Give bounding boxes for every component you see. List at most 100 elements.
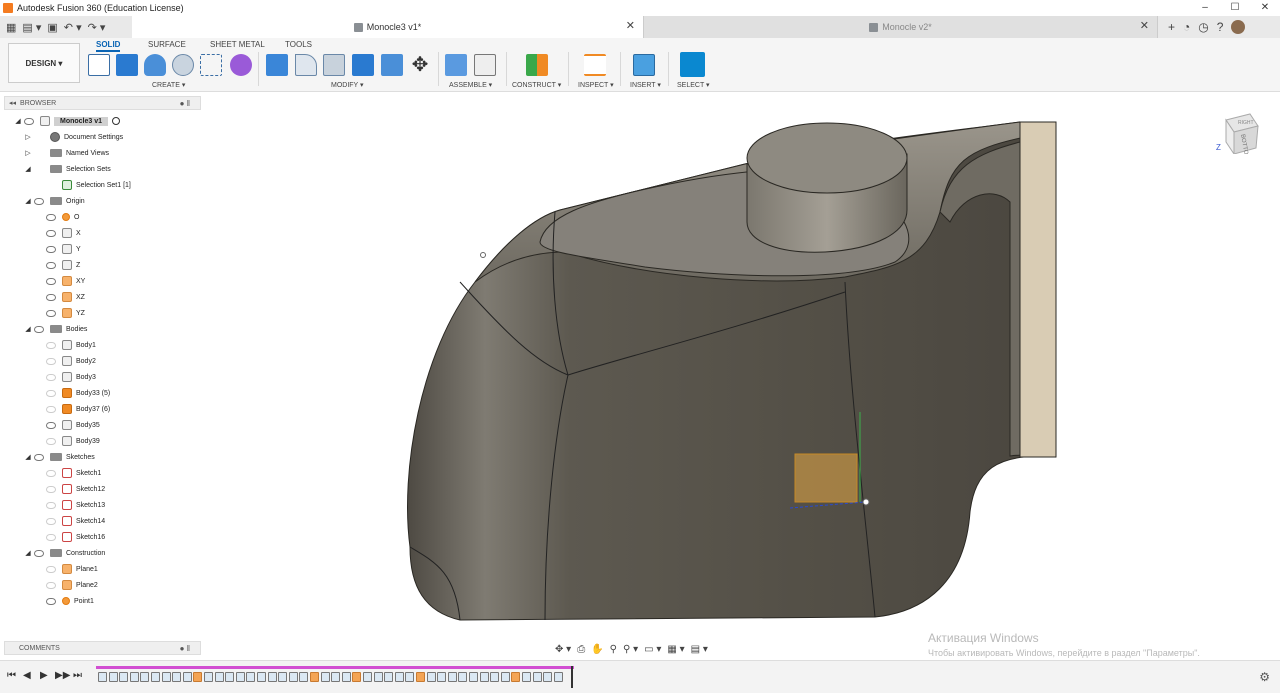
tree-item[interactable]: YZ — [36, 306, 85, 320]
visibility-eye-icon[interactable] — [46, 485, 56, 493]
save-icon[interactable]: ▣ — [47, 21, 57, 34]
visibility-eye-icon[interactable] — [46, 421, 56, 429]
timeline-feature[interactable] — [426, 672, 436, 682]
tree-item[interactable]: ◢ Construction — [24, 546, 105, 560]
tree-item[interactable]: ▷ Named Views — [24, 146, 109, 160]
tree-item[interactable]: Sketch16 — [36, 530, 105, 544]
file-menu-icon[interactable]: ▤ ▾ — [22, 21, 41, 34]
maximize-button[interactable]: ☐ — [1220, 0, 1250, 16]
timeline-feature[interactable] — [288, 672, 298, 682]
visibility-eye-icon[interactable] — [34, 453, 44, 461]
tab-sheet-metal[interactable]: SHEET METAL — [210, 40, 265, 49]
close-window-button[interactable]: ✕ — [1250, 0, 1280, 16]
timeline-feature[interactable] — [500, 672, 510, 682]
timeline-feature[interactable] — [246, 672, 256, 682]
visibility-eye-icon[interactable] — [46, 533, 56, 541]
timeline-feature[interactable] — [447, 672, 457, 682]
timeline-feature[interactable] — [193, 672, 203, 682]
pan-icon[interactable]: ✋ — [591, 644, 603, 655]
timeline-feature[interactable] — [384, 672, 394, 682]
timeline-feature[interactable] — [394, 672, 404, 682]
visibility-eye-icon[interactable] — [46, 293, 56, 301]
inspect-group-label[interactable]: INSPECT ▾ — [578, 81, 614, 89]
timeline-feature[interactable] — [267, 672, 277, 682]
expand-toggle-icon[interactable]: ◢ — [24, 325, 32, 333]
insert-group-label[interactable]: INSERT ▾ — [630, 81, 661, 89]
timeline-feature[interactable] — [299, 672, 309, 682]
timeline-feature[interactable] — [458, 672, 468, 682]
timeline-feature[interactable] — [543, 672, 553, 682]
tree-item[interactable]: Selection Set1 [1] — [36, 178, 131, 192]
press-pull-icon[interactable] — [266, 54, 288, 76]
help-icon[interactable]: ? — [1217, 20, 1224, 34]
visibility-eye-icon[interactable] — [46, 389, 56, 397]
grid-settings-icon[interactable]: ▦ ▾ — [667, 644, 684, 655]
timeline-feature[interactable] — [522, 672, 531, 682]
combine-icon[interactable] — [352, 54, 374, 76]
visibility-eye-icon[interactable] — [34, 197, 44, 205]
tree-item[interactable]: ◢ Origin — [24, 194, 85, 208]
timeline-track[interactable] — [96, 666, 576, 690]
tree-item[interactable]: Point1 — [36, 594, 94, 608]
look-at-icon[interactable]: ⎙ — [577, 644, 585, 655]
new-tab-icon[interactable]: + — [1168, 20, 1175, 34]
point1-marker[interactable] — [862, 498, 870, 506]
joint-icon[interactable] — [474, 54, 496, 76]
cylinder-top-face[interactable] — [746, 122, 908, 194]
tree-item[interactable]: Body3 — [36, 370, 96, 384]
sketch-point-marker[interactable] — [480, 252, 486, 258]
timeline-feature[interactable] — [108, 672, 118, 682]
create-form-icon[interactable] — [230, 54, 252, 76]
timeline-feature[interactable] — [204, 672, 213, 682]
job-status-icon[interactable]: ◷ — [1198, 20, 1208, 34]
visibility-eye-icon[interactable] — [34, 325, 44, 333]
tree-item[interactable]: Plane1 — [36, 562, 98, 576]
viewports-icon[interactable]: ▤ ▾ — [691, 644, 708, 655]
step-forward-icon[interactable]: ▶▶ — [55, 670, 70, 681]
visibility-eye-icon[interactable] — [46, 469, 56, 477]
modify-group-label[interactable]: MODIFY ▾ — [331, 81, 364, 89]
tab-surface[interactable]: SURFACE — [148, 40, 186, 49]
timeline-feature[interactable] — [278, 672, 288, 682]
timeline-feature[interactable] — [553, 672, 563, 682]
measure-icon[interactable] — [584, 54, 606, 76]
tree-item[interactable]: Plane2 — [36, 578, 98, 592]
tree-item[interactable]: Sketch13 — [36, 498, 105, 512]
timeline-feature[interactable] — [161, 672, 171, 682]
data-panel-icon[interactable]: ▦ — [6, 21, 16, 34]
timeline-feature[interactable] — [182, 672, 192, 682]
tree-item[interactable]: Sketch1 — [36, 466, 101, 480]
orbit-icon[interactable]: ✥ ▾ — [555, 644, 571, 655]
timeline-feature[interactable] — [257, 672, 266, 682]
new-component-icon[interactable] — [445, 54, 467, 76]
expand-toggle-icon[interactable]: ◢ — [24, 165, 32, 173]
timeline-feature[interactable] — [479, 672, 489, 682]
visibility-eye-icon[interactable] — [46, 501, 56, 509]
display-settings-icon[interactable]: ▭ ▾ — [644, 644, 661, 655]
tree-root-item[interactable]: ◢ Monocle3 v1 — [14, 114, 124, 128]
visibility-eye-icon[interactable] — [46, 213, 56, 221]
tree-item[interactable]: Body39 — [36, 434, 100, 448]
split-body-icon[interactable] — [381, 54, 403, 76]
timeline-feature[interactable] — [151, 672, 160, 682]
visibility-eye-icon[interactable] — [46, 517, 56, 525]
tree-item[interactable]: X — [36, 226, 81, 240]
go-to-end-icon[interactable]: ⏭ — [73, 670, 82, 681]
tree-item[interactable]: Body37 (6) — [36, 402, 110, 416]
visibility-eye-icon[interactable] — [24, 117, 34, 125]
timeline-feature[interactable] — [172, 672, 182, 682]
visibility-eye-icon[interactable] — [46, 309, 56, 317]
model-canvas[interactable] — [205, 92, 1280, 658]
workspace-switcher-button[interactable]: DESIGN ▾ — [8, 43, 80, 83]
tree-item[interactable]: Sketch14 — [36, 514, 105, 528]
timeline-feature[interactable] — [490, 672, 500, 682]
hole-icon[interactable] — [172, 54, 194, 76]
pin-icon[interactable]: ● ‖ — [180, 644, 190, 653]
step-back-icon[interactable]: ◀ — [23, 670, 31, 681]
close-tab-icon[interactable]: ✕ — [1140, 19, 1149, 32]
tree-item[interactable]: ◢ Bodies — [24, 322, 87, 336]
visibility-eye-icon[interactable] — [46, 373, 56, 381]
browser-header[interactable]: ◂◂ BROWSER ● ‖ — [4, 96, 201, 110]
extrude-icon[interactable] — [116, 54, 138, 76]
timeline-feature[interactable] — [511, 672, 521, 682]
